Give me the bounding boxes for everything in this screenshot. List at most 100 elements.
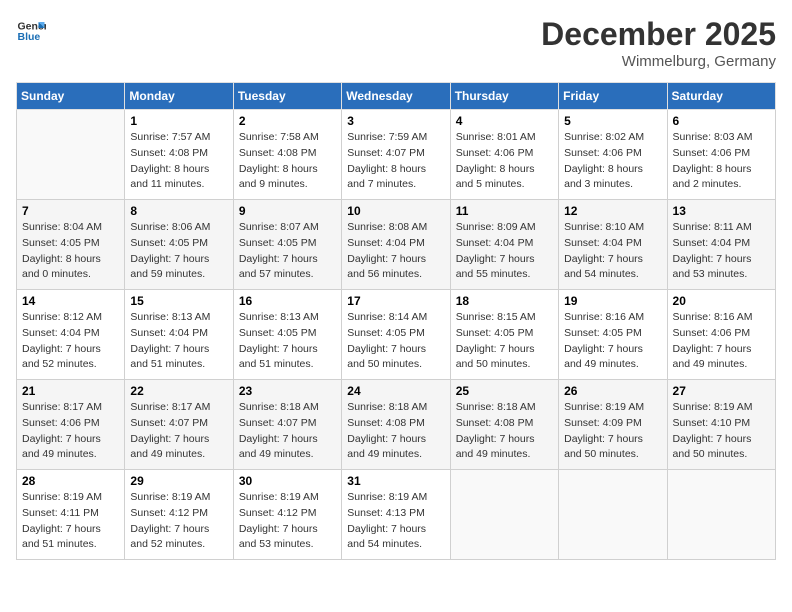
day-number: 18	[456, 294, 553, 308]
day-number: 21	[22, 384, 119, 398]
title-block: December 2025 Wimmelburg, Germany	[541, 16, 776, 70]
calendar-cell: 3 Sunrise: 7:59 AMSunset: 4:07 PMDaylight…	[342, 110, 450, 200]
day-number: 31	[347, 474, 444, 488]
day-number: 24	[347, 384, 444, 398]
page-header: General Blue December 2025 Wimmelburg, G…	[16, 16, 776, 70]
day-info: Sunrise: 8:04 AMSunset: 4:05 PMDaylight:…	[22, 220, 119, 283]
day-number: 17	[347, 294, 444, 308]
calendar-cell: 8 Sunrise: 8:06 AMSunset: 4:05 PMDaylight…	[125, 200, 233, 290]
day-info: Sunrise: 8:07 AMSunset: 4:05 PMDaylight:…	[239, 220, 336, 283]
day-info: Sunrise: 8:01 AMSunset: 4:06 PMDaylight:…	[456, 130, 553, 193]
day-number: 28	[22, 474, 119, 488]
day-number: 2	[239, 114, 336, 128]
day-number: 29	[130, 474, 227, 488]
day-number: 14	[22, 294, 119, 308]
day-info: Sunrise: 8:19 AMSunset: 4:10 PMDaylight:…	[673, 400, 770, 463]
day-info: Sunrise: 8:19 AMSunset: 4:11 PMDaylight:…	[22, 490, 119, 553]
calendar-week-row: 7 Sunrise: 8:04 AMSunset: 4:05 PMDaylight…	[17, 200, 776, 290]
day-number: 16	[239, 294, 336, 308]
calendar-cell: 20 Sunrise: 8:16 AMSunset: 4:06 PMDayligh…	[667, 290, 775, 380]
day-number: 8	[130, 204, 227, 218]
svg-text:Blue: Blue	[18, 31, 41, 43]
location-subtitle: Wimmelburg, Germany	[541, 53, 776, 70]
day-number: 4	[456, 114, 553, 128]
day-number: 3	[347, 114, 444, 128]
calendar-cell	[667, 470, 775, 560]
day-info: Sunrise: 8:06 AMSunset: 4:05 PMDaylight:…	[130, 220, 227, 283]
day-number: 22	[130, 384, 227, 398]
calendar-cell	[17, 110, 125, 200]
day-info: Sunrise: 8:12 AMSunset: 4:04 PMDaylight:…	[22, 310, 119, 373]
day-of-week-header: Saturday	[667, 83, 775, 110]
day-info: Sunrise: 8:19 AMSunset: 4:13 PMDaylight:…	[347, 490, 444, 553]
day-info: Sunrise: 8:18 AMSunset: 4:08 PMDaylight:…	[456, 400, 553, 463]
day-info: Sunrise: 7:58 AMSunset: 4:08 PMDaylight:…	[239, 130, 336, 193]
calendar-cell: 1Sunrise: 7:57 AMSunset: 4:08 PMDaylight…	[125, 110, 233, 200]
day-info: Sunrise: 8:19 AMSunset: 4:12 PMDaylight:…	[130, 490, 227, 553]
calendar-cell: 7 Sunrise: 8:04 AMSunset: 4:05 PMDaylight…	[17, 200, 125, 290]
day-of-week-header: Sunday	[17, 83, 125, 110]
day-info: Sunrise: 8:18 AMSunset: 4:08 PMDaylight:…	[347, 400, 444, 463]
day-info: Sunrise: 8:16 AMSunset: 4:05 PMDaylight:…	[564, 310, 661, 373]
day-number: 7	[22, 204, 119, 218]
calendar-header-row: SundayMondayTuesdayWednesdayThursdayFrid…	[17, 83, 776, 110]
day-info: Sunrise: 7:59 AMSunset: 4:07 PMDaylight:…	[347, 130, 444, 193]
calendar-cell: 11 Sunrise: 8:09 AMSunset: 4:04 PMDayligh…	[450, 200, 558, 290]
calendar-table: SundayMondayTuesdayWednesdayThursdayFrid…	[16, 82, 776, 560]
day-info: Sunrise: 8:13 AMSunset: 4:04 PMDaylight:…	[130, 310, 227, 373]
calendar-cell: 15 Sunrise: 8:13 AMSunset: 4:04 PMDayligh…	[125, 290, 233, 380]
day-info: Sunrise: 8:19 AMSunset: 4:12 PMDaylight:…	[239, 490, 336, 553]
day-info: Sunrise: 8:03 AMSunset: 4:06 PMDaylight:…	[673, 130, 770, 193]
calendar-cell: 2 Sunrise: 7:58 AMSunset: 4:08 PMDaylight…	[233, 110, 341, 200]
calendar-week-row: 14 Sunrise: 8:12 AMSunset: 4:04 PMDayligh…	[17, 290, 776, 380]
calendar-cell	[559, 470, 667, 560]
day-number: 6	[673, 114, 770, 128]
day-info: Sunrise: 8:15 AMSunset: 4:05 PMDaylight:…	[456, 310, 553, 373]
day-info: Sunrise: 8:13 AMSunset: 4:05 PMDaylight:…	[239, 310, 336, 373]
calendar-cell: 22 Sunrise: 8:17 AMSunset: 4:07 PMDayligh…	[125, 380, 233, 470]
day-info: Sunrise: 8:14 AMSunset: 4:05 PMDaylight:…	[347, 310, 444, 373]
logo-icon: General Blue	[16, 16, 46, 46]
calendar-cell: 23 Sunrise: 8:18 AMSunset: 4:07 PMDayligh…	[233, 380, 341, 470]
day-info: Sunrise: 8:17 AMSunset: 4:06 PMDaylight:…	[22, 400, 119, 463]
calendar-cell: 27Sunrise: 8:19 AMSunset: 4:10 PMDayligh…	[667, 380, 775, 470]
calendar-week-row: 28 Sunrise: 8:19 AMSunset: 4:11 PMDayligh…	[17, 470, 776, 560]
day-of-week-header: Thursday	[450, 83, 558, 110]
day-of-week-header: Wednesday	[342, 83, 450, 110]
day-number: 19	[564, 294, 661, 308]
calendar-cell: 30Sunrise: 8:19 AMSunset: 4:12 PMDayligh…	[233, 470, 341, 560]
day-info: Sunrise: 8:18 AMSunset: 4:07 PMDaylight:…	[239, 400, 336, 463]
calendar-cell	[450, 470, 558, 560]
day-info: Sunrise: 8:09 AMSunset: 4:04 PMDaylight:…	[456, 220, 553, 283]
calendar-cell: 4 Sunrise: 8:01 AMSunset: 4:06 PMDaylight…	[450, 110, 558, 200]
calendar-week-row: 21 Sunrise: 8:17 AMSunset: 4:06 PMDayligh…	[17, 380, 776, 470]
day-info: Sunrise: 8:17 AMSunset: 4:07 PMDaylight:…	[130, 400, 227, 463]
day-number: 13	[673, 204, 770, 218]
day-number: 15	[130, 294, 227, 308]
day-of-week-header: Friday	[559, 83, 667, 110]
day-info: Sunrise: 8:08 AMSunset: 4:04 PMDaylight:…	[347, 220, 444, 283]
calendar-cell: 17 Sunrise: 8:14 AMSunset: 4:05 PMDayligh…	[342, 290, 450, 380]
day-info: Sunrise: 8:02 AMSunset: 4:06 PMDaylight:…	[564, 130, 661, 193]
logo: General Blue	[16, 16, 46, 46]
calendar-cell: 24 Sunrise: 8:18 AMSunset: 4:08 PMDayligh…	[342, 380, 450, 470]
day-info: Sunrise: 8:16 AMSunset: 4:06 PMDaylight:…	[673, 310, 770, 373]
day-info: Sunrise: 8:11 AMSunset: 4:04 PMDaylight:…	[673, 220, 770, 283]
calendar-cell: 25Sunrise: 8:18 AMSunset: 4:08 PMDayligh…	[450, 380, 558, 470]
calendar-cell: 18 Sunrise: 8:15 AMSunset: 4:05 PMDayligh…	[450, 290, 558, 380]
calendar-week-row: 1Sunrise: 7:57 AMSunset: 4:08 PMDaylight…	[17, 110, 776, 200]
day-number: 11	[456, 204, 553, 218]
day-number: 26	[564, 384, 661, 398]
calendar-cell: 26 Sunrise: 8:19 AMSunset: 4:09 PMDayligh…	[559, 380, 667, 470]
calendar-cell: 13 Sunrise: 8:11 AMSunset: 4:04 PMDayligh…	[667, 200, 775, 290]
calendar-cell: 9 Sunrise: 8:07 AMSunset: 4:05 PMDaylight…	[233, 200, 341, 290]
calendar-cell: 12Sunrise: 8:10 AMSunset: 4:04 PMDayligh…	[559, 200, 667, 290]
day-number: 9	[239, 204, 336, 218]
day-info: Sunrise: 8:19 AMSunset: 4:09 PMDaylight:…	[564, 400, 661, 463]
calendar-cell: 16 Sunrise: 8:13 AMSunset: 4:05 PMDayligh…	[233, 290, 341, 380]
day-number: 20	[673, 294, 770, 308]
day-number: 23	[239, 384, 336, 398]
calendar-cell: 31 Sunrise: 8:19 AMSunset: 4:13 PMDayligh…	[342, 470, 450, 560]
day-number: 1	[130, 114, 227, 128]
day-number: 5	[564, 114, 661, 128]
